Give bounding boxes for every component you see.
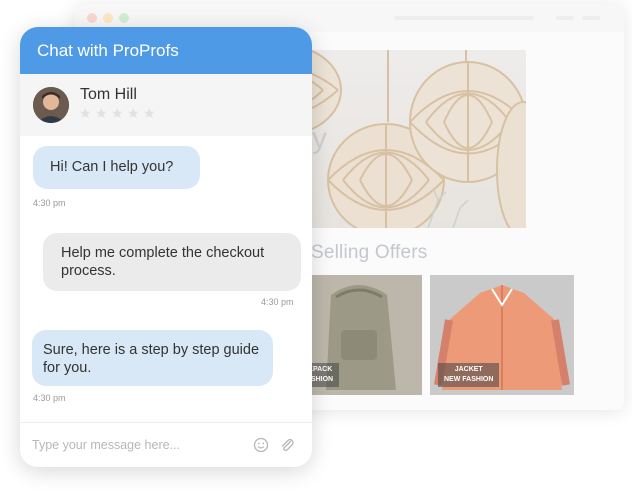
smiley-icon[interactable] (252, 436, 270, 454)
star-icon[interactable]: ★ (143, 106, 156, 120)
agent-message-bubble: Sure, here is a step by step guide for y… (32, 330, 273, 386)
product-tag: JACKET NEW FASHION (438, 363, 500, 387)
agent-name: Tom Hill (80, 86, 137, 103)
hero-heading-fragment: y (312, 122, 327, 155)
close-dot-icon (87, 13, 97, 23)
message-timestamp: 4:30 pm (33, 198, 66, 208)
message-text: Hi! Can I help you? (50, 159, 174, 175)
agent-photo (33, 87, 69, 123)
user-message-bubble: Help me complete the checkout process. (43, 233, 301, 291)
product-tag-line: JACKET (454, 366, 483, 373)
maximize-dot-icon (119, 13, 129, 23)
product-card-jacket[interactable]: JACKET NEW FASHION (430, 275, 574, 395)
message-timestamp: 4:30 pm (33, 393, 66, 403)
section-title: Selling Offers (311, 242, 428, 263)
toolbar-placeholder (556, 16, 574, 20)
star-icon[interactable]: ★ (79, 106, 92, 120)
chat-header: Chat with ProProfs (20, 27, 312, 74)
rating-stars[interactable]: ★ ★ ★ ★ ★ (79, 106, 156, 120)
star-icon[interactable]: ★ (95, 106, 108, 120)
product-card-backpack[interactable]: CKPACK FASHION (296, 275, 422, 395)
message-text: Sure, here is a step by step guide for y… (43, 342, 260, 376)
star-icon[interactable]: ★ (127, 106, 140, 120)
message-input[interactable]: Type your message here... (32, 438, 180, 452)
agent-message-bubble: Hi! Can I help you? (33, 146, 200, 189)
paperclip-icon[interactable] (278, 436, 296, 454)
product-tag-line: NEW FASHION (444, 376, 494, 383)
address-bar-placeholder (394, 16, 534, 20)
minimize-dot-icon (103, 13, 113, 23)
avatar (33, 87, 69, 123)
message-composer: Type your message here... (20, 422, 312, 467)
message-text: Help me complete the checkout process. (61, 245, 265, 279)
toolbar-placeholder (582, 16, 600, 20)
star-icon[interactable]: ★ (111, 106, 124, 120)
message-timestamp: 4:30 pm (261, 297, 294, 307)
chat-widget: Chat with ProProfs Tom Hill ★ ★ ★ ★ ★ Hi… (20, 27, 312, 467)
screen: y Selling Offers CKPACK FASHION JACKET N… (0, 0, 632, 496)
chat-title: Chat with ProProfs (37, 41, 179, 60)
agent-info: Tom Hill ★ ★ ★ ★ ★ (20, 74, 312, 136)
